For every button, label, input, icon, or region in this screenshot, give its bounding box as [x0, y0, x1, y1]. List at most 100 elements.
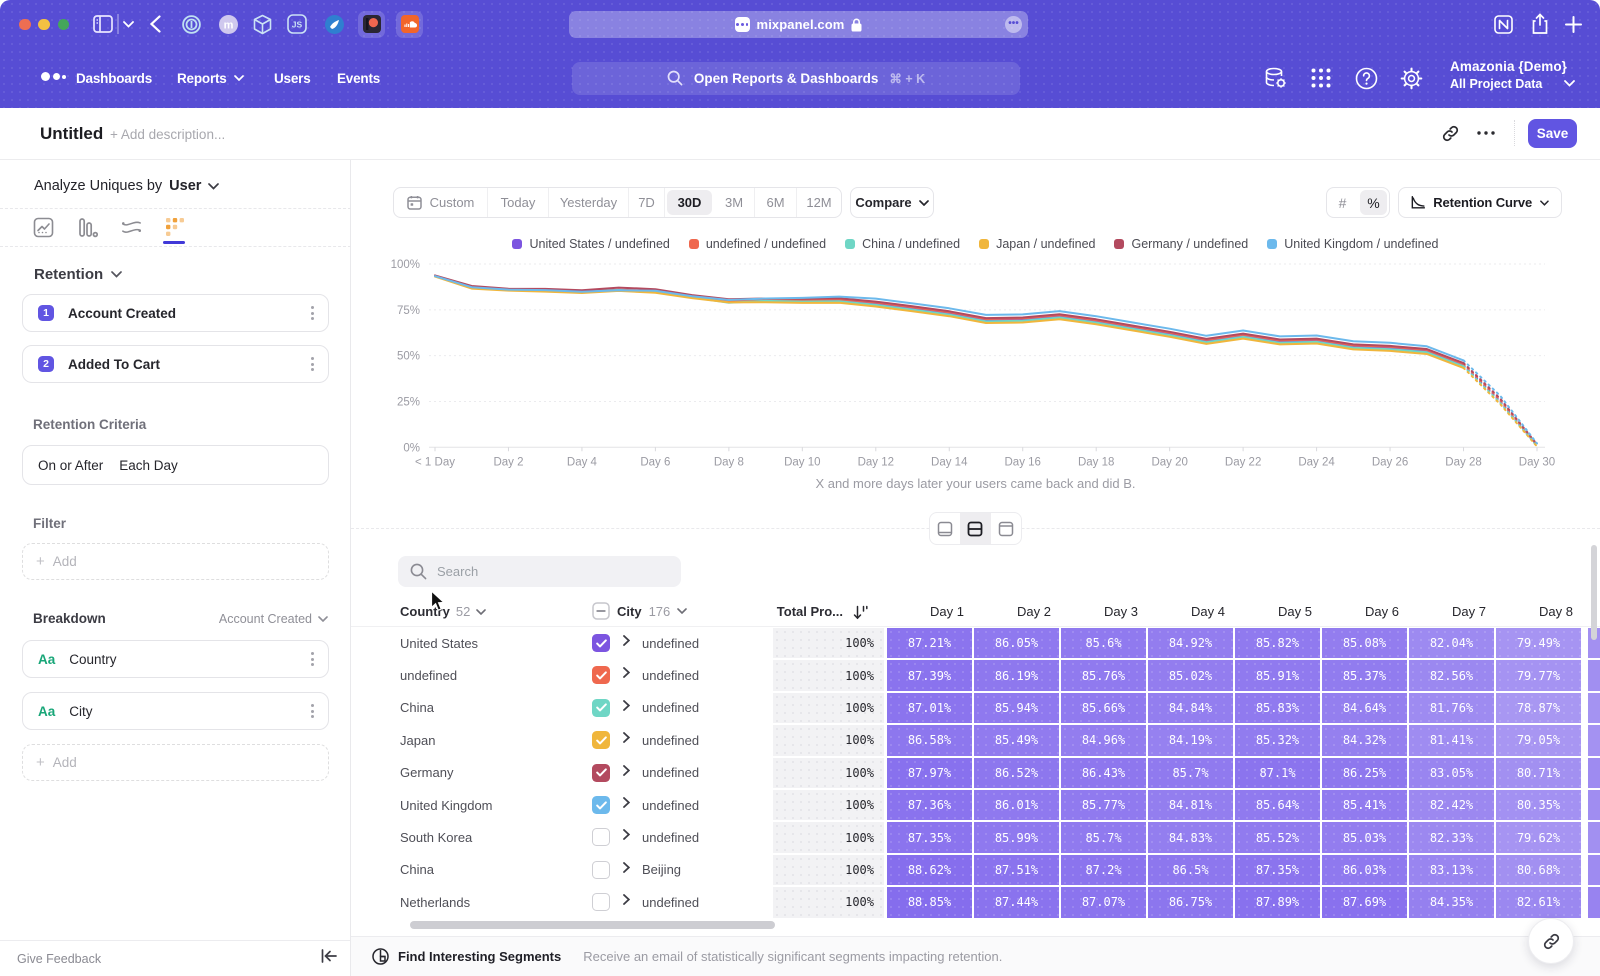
- expand-row-icon[interactable]: [623, 860, 630, 878]
- retention-cell[interactable]: 84.32%: [1322, 725, 1407, 755]
- url-options-icon[interactable]: •••: [1005, 16, 1022, 33]
- expand-row-icon[interactable]: [623, 892, 630, 910]
- retention-cell[interactable]: 80.35%: [1496, 790, 1581, 820]
- retention-cell[interactable]: 85.08%: [1322, 628, 1407, 658]
- give-feedback-link[interactable]: Give Feedback: [17, 952, 101, 966]
- retention-cell[interactable]: 82.56%: [1409, 660, 1494, 690]
- retention-cell[interactable]: 84.19%: [1148, 725, 1233, 755]
- help-icon[interactable]: [1355, 67, 1378, 95]
- retention-cell[interactable]: 84.84%: [1148, 693, 1233, 723]
- back-button-icon[interactable]: [150, 0, 161, 48]
- retention-cell[interactable]: 87.01%: [887, 693, 972, 723]
- expand-row-icon[interactable]: [623, 763, 630, 781]
- retention-cell[interactable]: 85.99%: [974, 822, 1059, 852]
- report-description-placeholder[interactable]: + Add description...: [110, 127, 225, 142]
- indeterminate-checkbox[interactable]: [592, 602, 610, 620]
- day-column-header[interactable]: Day 4: [1148, 604, 1233, 619]
- window-close-button[interactable]: [19, 19, 31, 31]
- retention-cell[interactable]: 86.03%: [1322, 855, 1407, 885]
- retention-cell[interactable]: 87.97%: [887, 758, 972, 788]
- retention-cell[interactable]: 87.69%: [1322, 887, 1407, 917]
- nav-users[interactable]: Users: [274, 48, 311, 108]
- data-management-icon[interactable]: [1264, 67, 1288, 95]
- retention-cell[interactable]: 87.07%: [1061, 887, 1146, 917]
- retention-cell[interactable]: 87.35%: [887, 822, 972, 852]
- retention-cell[interactable]: 84.35%: [1409, 887, 1494, 917]
- retention-cell[interactable]: 85.83%: [1235, 693, 1320, 723]
- day-column-header[interactable]: Day 1: [887, 604, 972, 619]
- legend-item[interactable]: United Kingdom / undefined: [1267, 237, 1438, 251]
- tab-flows-icon[interactable]: [121, 214, 142, 240]
- retention-cell[interactable]: 86.52%: [974, 758, 1059, 788]
- row-checkbox-checked[interactable]: [592, 731, 610, 749]
- extension-avatar-icon[interactable]: m: [219, 0, 238, 48]
- legend-item[interactable]: United States / undefined: [512, 237, 669, 251]
- retention-criteria-control[interactable]: On or After Each Day: [22, 445, 329, 485]
- segments-title[interactable]: Find Interesting Segments: [398, 949, 561, 964]
- legend-item[interactable]: Germany / undefined: [1114, 237, 1248, 251]
- retention-cell[interactable]: 87.89%: [1235, 887, 1320, 917]
- step-options-icon[interactable]: [311, 357, 314, 371]
- retention-cell[interactable]: 88.85%: [887, 887, 972, 917]
- row-checkbox-unchecked[interactable]: [592, 861, 610, 879]
- chart-type-dropdown[interactable]: Retention Curve: [1398, 187, 1562, 218]
- date-range-30d[interactable]: 30D: [665, 188, 714, 217]
- extension-patreon-icon[interactable]: [358, 11, 385, 38]
- extension-cube-icon[interactable]: [252, 0, 273, 48]
- date-range-today[interactable]: Today: [488, 188, 549, 217]
- retention-cell[interactable]: 85.03%: [1322, 822, 1407, 852]
- retention-cell[interactable]: 82.33%: [1409, 822, 1494, 852]
- retention-cell[interactable]: 85.91%: [1235, 660, 1320, 690]
- retention-cell[interactable]: 79.05%: [1496, 725, 1581, 755]
- retention-step-b[interactable]: 2 Added To Cart: [22, 345, 329, 383]
- add-breakdown-button[interactable]: + Add: [22, 744, 329, 781]
- retention-cell[interactable]: 81.41%: [1409, 725, 1494, 755]
- retention-cell[interactable]: 78.87%: [1496, 693, 1581, 723]
- tab-insights-icon[interactable]: [33, 214, 54, 240]
- day-column-header[interactable]: Day 6: [1322, 604, 1407, 619]
- date-range-yesterday[interactable]: Yesterday: [549, 188, 629, 217]
- extension-globe-icon[interactable]: [325, 0, 344, 48]
- global-search-input[interactable]: Open Reports & Dashboards ⌘ + K: [572, 62, 1020, 95]
- retention-cell[interactable]: 87.36%: [887, 790, 972, 820]
- retention-cell[interactable]: 85.77%: [1061, 790, 1146, 820]
- retention-cell[interactable]: 84.92%: [1148, 628, 1233, 658]
- percent-toggle[interactable]: %: [1358, 188, 1389, 217]
- retention-cell[interactable]: 85.32%: [1235, 725, 1320, 755]
- retention-cell[interactable]: 87.44%: [974, 887, 1059, 917]
- more-options-icon[interactable]: [1471, 118, 1501, 148]
- retention-cell[interactable]: 79.49%: [1496, 628, 1581, 658]
- nav-dashboards[interactable]: Dashboards: [76, 48, 152, 108]
- retention-cell[interactable]: 86.5%: [1148, 855, 1233, 885]
- notion-app-icon[interactable]: [1494, 0, 1513, 48]
- expand-row-icon[interactable]: [623, 665, 630, 683]
- criteria-interval-dropdown[interactable]: Each Day: [119, 458, 178, 473]
- retention-cell[interactable]: 87.35%: [1235, 855, 1320, 885]
- retention-cell[interactable]: 86.05%: [974, 628, 1059, 658]
- retention-step-a[interactable]: 1 Account Created: [22, 294, 329, 332]
- day-column-header[interactable]: Day 2: [974, 604, 1059, 619]
- retention-cell[interactable]: 86.43%: [1061, 758, 1146, 788]
- window-zoom-button[interactable]: [58, 19, 70, 31]
- retention-cell[interactable]: 79.62%: [1496, 822, 1581, 852]
- retention-cell[interactable]: 88.62%: [887, 855, 972, 885]
- row-checkbox-checked[interactable]: [592, 699, 610, 717]
- retention-cell[interactable]: 84.96%: [1061, 725, 1146, 755]
- retention-cell[interactable]: 82.42%: [1409, 790, 1494, 820]
- retention-cell[interactable]: 85.37%: [1322, 660, 1407, 690]
- retention-cell[interactable]: 83.05%: [1409, 758, 1494, 788]
- collapse-sidebar-icon[interactable]: [321, 949, 337, 968]
- retention-cell[interactable]: 85.94%: [974, 693, 1059, 723]
- share-link-floating-button[interactable]: [1528, 918, 1574, 964]
- expand-row-icon[interactable]: [623, 633, 630, 651]
- settings-gear-icon[interactable]: [1400, 67, 1423, 95]
- retention-cell[interactable]: 85.6%: [1061, 628, 1146, 658]
- extension-1password-icon[interactable]: [182, 0, 201, 48]
- criteria-type-dropdown[interactable]: On or After: [38, 458, 103, 473]
- row-checkbox-checked[interactable]: [592, 634, 610, 652]
- retention-cell[interactable]: 82.04%: [1409, 628, 1494, 658]
- extension-js-icon[interactable]: JS: [287, 0, 307, 48]
- add-filter-button[interactable]: + Add: [22, 543, 329, 580]
- analyze-entity-dropdown[interactable]: User: [169, 178, 201, 194]
- retention-cell[interactable]: 85.7%: [1148, 758, 1233, 788]
